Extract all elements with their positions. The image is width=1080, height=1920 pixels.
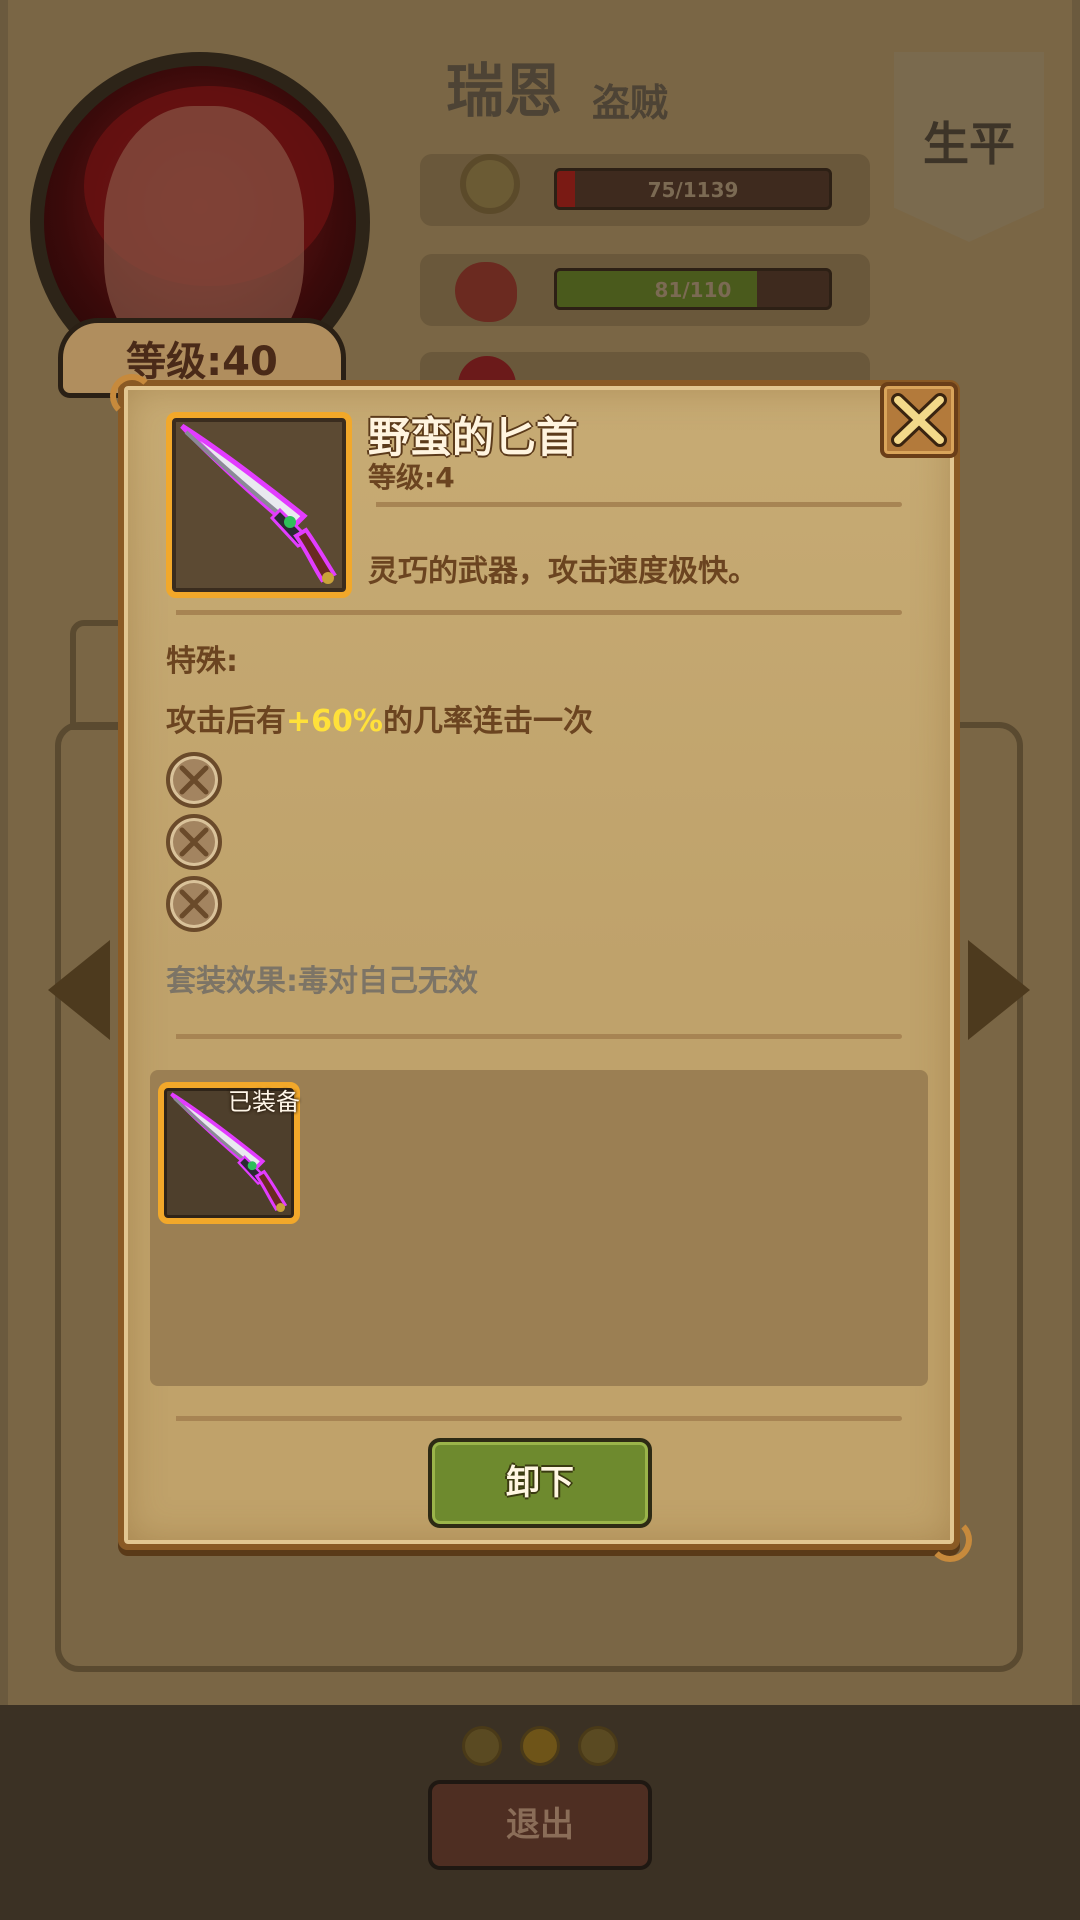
divider xyxy=(176,1416,902,1421)
previous-page-arrow-icon[interactable] xyxy=(48,940,110,1040)
set-effect: 套装效果:毒对自己无效 xyxy=(166,964,478,999)
next-page-arrow-icon[interactable] xyxy=(968,940,1030,1040)
dagger-icon xyxy=(180,423,337,584)
career-button-label: 生平 xyxy=(923,117,1015,171)
hunger-text: 81/110 xyxy=(654,278,732,302)
hero-class: 盗贼 xyxy=(592,81,669,125)
exit-button[interactable]: 退出 xyxy=(428,1780,652,1870)
divider xyxy=(376,502,902,507)
stomach-icon xyxy=(455,262,517,322)
close-button[interactable] xyxy=(880,382,958,458)
item-level: 等级:4 xyxy=(368,461,455,494)
medal-icon xyxy=(460,154,520,214)
divider xyxy=(176,1034,902,1039)
special-effect-value: +60% xyxy=(286,704,383,739)
experience-text: 75/1139 xyxy=(647,178,739,202)
close-icon xyxy=(891,393,947,447)
empty-socket-icon xyxy=(166,814,222,870)
empty-socket-icon xyxy=(166,752,222,808)
corner-ornament-icon xyxy=(110,374,154,418)
corner-ornament-icon xyxy=(928,1518,972,1562)
page-dot[interactable] xyxy=(578,1726,618,1766)
unequip-button[interactable]: 卸下 xyxy=(428,1438,652,1528)
page-dot-active[interactable] xyxy=(520,1726,560,1766)
equipped-badge: 已装备 xyxy=(228,1088,300,1116)
special-effect-suffix: 的几率连击一次 xyxy=(382,704,593,739)
hero-name: 瑞恩 xyxy=(446,57,563,125)
item-description: 灵巧的武器，攻击速度极快。 xyxy=(368,554,758,589)
item-icon-frame xyxy=(166,412,352,598)
divider xyxy=(176,610,902,615)
special-title: 特殊: xyxy=(166,644,238,679)
empty-socket-icon xyxy=(166,876,222,932)
special-effect-prefix: 攻击后有 xyxy=(166,704,286,739)
page-dot[interactable] xyxy=(462,1726,502,1766)
special-effect: 攻击后有+60%的几率连击一次 xyxy=(166,696,593,740)
